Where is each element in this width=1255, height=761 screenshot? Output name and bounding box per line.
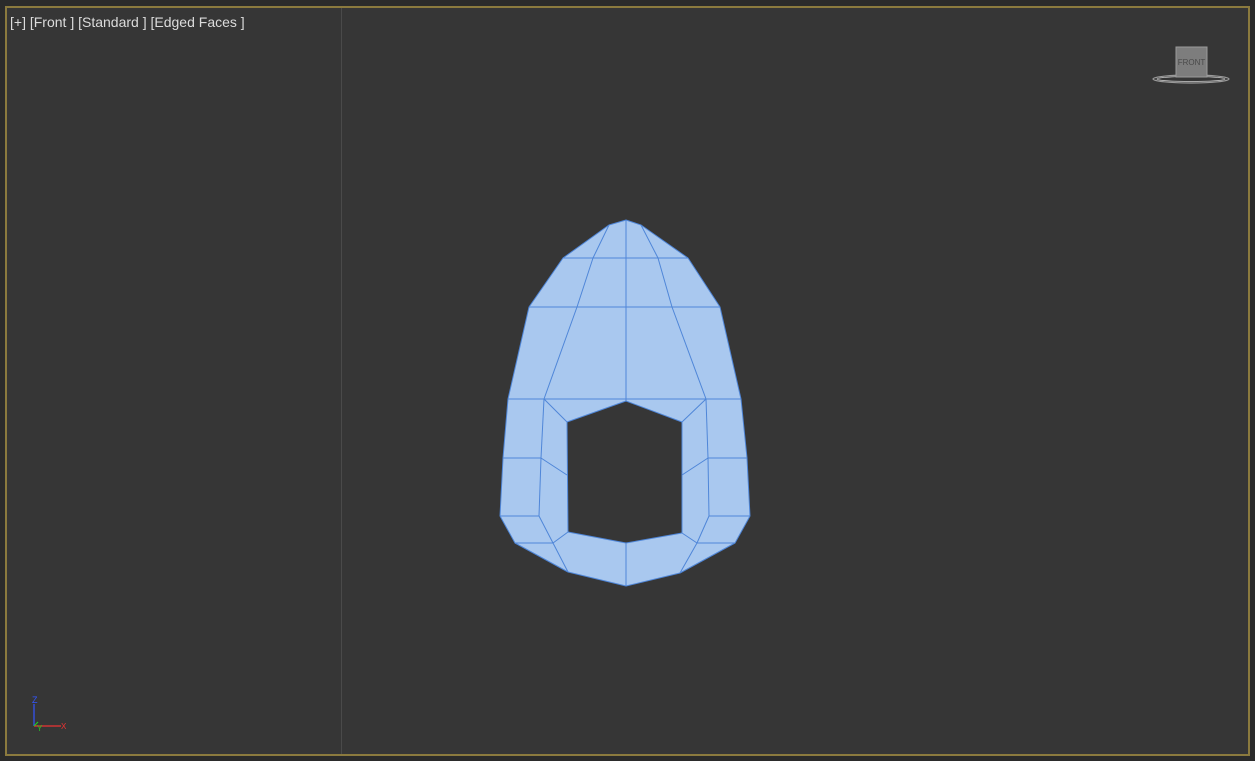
- axis-z-label: Z: [32, 695, 38, 705]
- mesh-object[interactable]: [7, 8, 1248, 754]
- axis-x-label: X: [61, 722, 67, 731]
- mesh-face-fill[interactable]: [499, 219, 751, 587]
- axis-y-label: Y: [37, 724, 43, 733]
- front-viewport[interactable]: [+] [Front ] [Standard ] [Edged Faces ]: [5, 6, 1250, 756]
- viewcube-front-label[interactable]: FRONT: [1178, 58, 1206, 67]
- viewcube-icon[interactable]: FRONT: [1150, 46, 1232, 86]
- axis-tripod-icon: Z Y X: [32, 695, 67, 733]
